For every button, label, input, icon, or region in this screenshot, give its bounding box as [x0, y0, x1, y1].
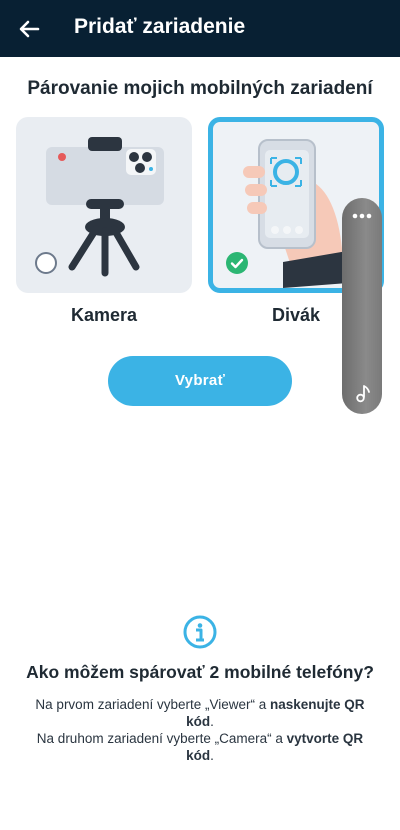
info-icon	[183, 615, 217, 649]
floating-side-panel[interactable]	[342, 198, 382, 414]
back-button[interactable]	[14, 14, 44, 44]
help-line2-text: Na druhom zariadení vyberte „Camera“ a	[36, 731, 287, 746]
radio-unselected-icon	[35, 252, 57, 274]
help-line2-suffix: .	[210, 748, 214, 763]
page-title: Pridať zariadenie	[74, 15, 246, 38]
option-camera-card[interactable]	[16, 117, 192, 293]
music-note-icon[interactable]	[350, 382, 374, 406]
help-title: Ako môžem spárovať 2 mobilné telefóny?	[26, 662, 374, 682]
more-dots-icon[interactable]	[342, 206, 382, 226]
help-instructions: Na prvom zariadení vyberte „Viewer“ a na…	[22, 696, 378, 764]
app-bar: Pridať zariadenie	[0, 0, 400, 57]
help-line1-suffix: .	[210, 714, 214, 729]
section-title: Párovanie mojich mobilných zariadení	[27, 78, 373, 99]
help-line1-text: Na prvom zariadení vyberte „Viewer“ a	[35, 697, 271, 712]
option-camera-label: Kamera	[70, 305, 138, 325]
check-circle-icon	[226, 252, 248, 274]
select-button[interactable]: Vybrať	[108, 356, 292, 406]
arrow-left-icon	[19, 20, 40, 38]
